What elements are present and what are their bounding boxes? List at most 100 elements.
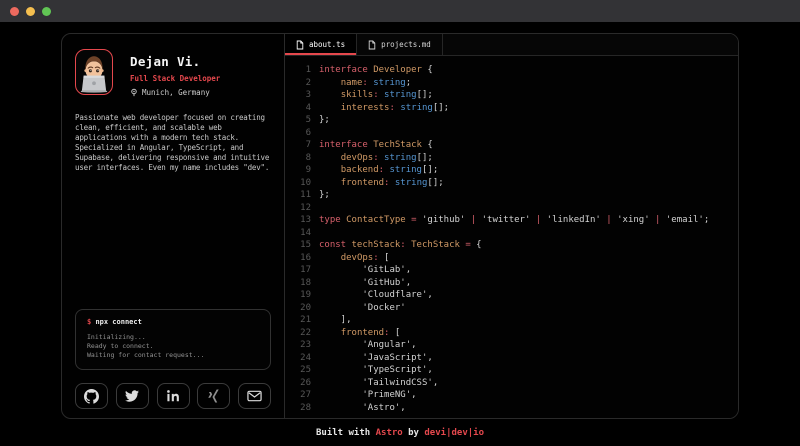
about-line: Supabase, delivering responsive and intu… bbox=[75, 153, 271, 163]
close-window-icon[interactable] bbox=[10, 7, 19, 16]
code-text: devOps: [ bbox=[319, 252, 389, 265]
terminal-output-line: Waiting for contact request... bbox=[87, 351, 259, 360]
line-number: 15 bbox=[287, 239, 311, 252]
tab-label: projects.md bbox=[381, 40, 431, 49]
line-number: 14 bbox=[287, 227, 311, 240]
code-text: interests: string[]; bbox=[319, 102, 449, 115]
terminal-output-line: Initializing... bbox=[87, 333, 259, 342]
line-number: 7 bbox=[287, 139, 311, 152]
code-text: 'GitHub', bbox=[319, 277, 411, 290]
about-line: applications with a modern tech stack. bbox=[75, 133, 271, 143]
profile-header: Dejan Vi. Full Stack Developer Munich, G… bbox=[75, 49, 271, 97]
minimize-window-icon[interactable] bbox=[26, 7, 35, 16]
code-text: 'GitLab', bbox=[319, 264, 411, 277]
line-number: 13 bbox=[287, 214, 311, 227]
line-number: 22 bbox=[287, 327, 311, 340]
code-line: 7interface TechStack { bbox=[287, 139, 738, 152]
profile-panel: Dejan Vi. Full Stack Developer Munich, G… bbox=[62, 34, 285, 418]
code-line: 14 bbox=[287, 227, 738, 240]
line-number: 5 bbox=[287, 114, 311, 127]
line-number: 27 bbox=[287, 389, 311, 402]
code-line: 5}; bbox=[287, 114, 738, 127]
code-text: ], bbox=[319, 314, 352, 327]
code-line: 15const techStack: TechStack = { bbox=[287, 239, 738, 252]
location-pin-icon bbox=[130, 88, 138, 97]
line-number: 20 bbox=[287, 302, 311, 315]
line-number: 16 bbox=[287, 252, 311, 265]
code-line: 13type ContactType = 'github' | 'twitter… bbox=[287, 214, 738, 227]
code-line: 2 name: string; bbox=[287, 77, 738, 90]
main-window: Dejan Vi. Full Stack Developer Munich, G… bbox=[61, 33, 739, 419]
code-line: 27 'PrimeNG', bbox=[287, 389, 738, 402]
line-number: 21 bbox=[287, 314, 311, 327]
line-number: 28 bbox=[287, 402, 311, 415]
line-number: 2 bbox=[287, 77, 311, 90]
code-line: 23 'Angular', bbox=[287, 339, 738, 352]
code-lines: 1interface Developer {2 name: string;3 s… bbox=[285, 56, 738, 418]
avatar bbox=[75, 49, 113, 95]
footer: Built with Astro by devi|dev|io bbox=[0, 419, 800, 446]
code-line: 16 devOps: [ bbox=[287, 252, 738, 265]
code-text: 'Angular', bbox=[319, 339, 417, 352]
line-number: 12 bbox=[287, 202, 311, 215]
email-button[interactable] bbox=[238, 383, 271, 409]
xing-icon bbox=[207, 389, 220, 403]
code-line: 8 devOps: string[]; bbox=[287, 152, 738, 165]
code-text: skills: string[]; bbox=[319, 89, 433, 102]
line-number: 24 bbox=[287, 352, 311, 365]
tab-projects-md[interactable]: projects.md bbox=[357, 34, 443, 55]
code-text: backend: string[]; bbox=[319, 164, 438, 177]
line-number: 17 bbox=[287, 264, 311, 277]
terminal-output: Initializing... Ready to connect. Waitin… bbox=[87, 333, 259, 360]
line-number: 1 bbox=[287, 64, 311, 77]
code-text: 'TypeScript', bbox=[319, 364, 433, 377]
code-text: }; bbox=[319, 114, 330, 127]
line-number: 18 bbox=[287, 277, 311, 290]
footer-brand-link[interactable]: devi|dev|io bbox=[424, 428, 484, 438]
code-text: 'TailwindCSS', bbox=[319, 377, 438, 390]
tab-about-ts[interactable]: about.ts bbox=[285, 34, 357, 55]
code-line: 12 bbox=[287, 202, 738, 215]
code-line: 20 'Docker' bbox=[287, 302, 738, 315]
window-titlebar bbox=[0, 0, 800, 22]
code-text: frontend: [ bbox=[319, 327, 400, 340]
line-number: 25 bbox=[287, 364, 311, 377]
file-icon bbox=[368, 40, 376, 50]
about-line: clean, efficient, and scalable web bbox=[75, 123, 271, 133]
code-text: frontend: string[]; bbox=[319, 177, 444, 190]
code-text: 'JavaScript', bbox=[319, 352, 433, 365]
code-line: 19 'Cloudflare', bbox=[287, 289, 738, 302]
twitter-icon bbox=[125, 390, 139, 402]
code-text: }; bbox=[319, 189, 330, 202]
about-line: Specialized in Angular, TypeScript, and bbox=[75, 143, 271, 153]
line-number: 3 bbox=[287, 89, 311, 102]
github-icon bbox=[84, 389, 99, 404]
terminal-command-line: $ npx connect bbox=[87, 318, 259, 326]
code-line: 6 bbox=[287, 127, 738, 140]
zoom-window-icon[interactable] bbox=[42, 7, 51, 16]
twitter-button[interactable] bbox=[116, 383, 149, 409]
code-line: 25 'TypeScript', bbox=[287, 364, 738, 377]
code-text: 'Astro', bbox=[319, 402, 406, 415]
footer-astro-link[interactable]: Astro bbox=[376, 428, 403, 438]
code-text: 'PrimeNG', bbox=[319, 389, 417, 402]
memoji-avatar-icon bbox=[76, 50, 112, 94]
code-line: 24 'JavaScript', bbox=[287, 352, 738, 365]
profile-location-text: Munich, Germany bbox=[142, 88, 210, 97]
terminal-output-line: Ready to connect. bbox=[87, 342, 259, 351]
code-text: name: string; bbox=[319, 77, 411, 90]
line-number: 6 bbox=[287, 127, 311, 140]
tab-label: about.ts bbox=[309, 40, 345, 49]
xing-button[interactable] bbox=[197, 383, 230, 409]
code-editor-panel: about.ts projects.md 1interface Develope… bbox=[285, 34, 738, 418]
github-button[interactable] bbox=[75, 383, 108, 409]
line-number: 23 bbox=[287, 339, 311, 352]
about-text: Passionate web developer focused on crea… bbox=[75, 113, 271, 173]
code-line: 21 ], bbox=[287, 314, 738, 327]
line-number: 11 bbox=[287, 189, 311, 202]
line-number: 19 bbox=[287, 289, 311, 302]
code-line: 4 interests: string[]; bbox=[287, 102, 738, 115]
code-text: 'Cloudflare', bbox=[319, 289, 433, 302]
linkedin-button[interactable] bbox=[157, 383, 190, 409]
line-number: 10 bbox=[287, 177, 311, 190]
